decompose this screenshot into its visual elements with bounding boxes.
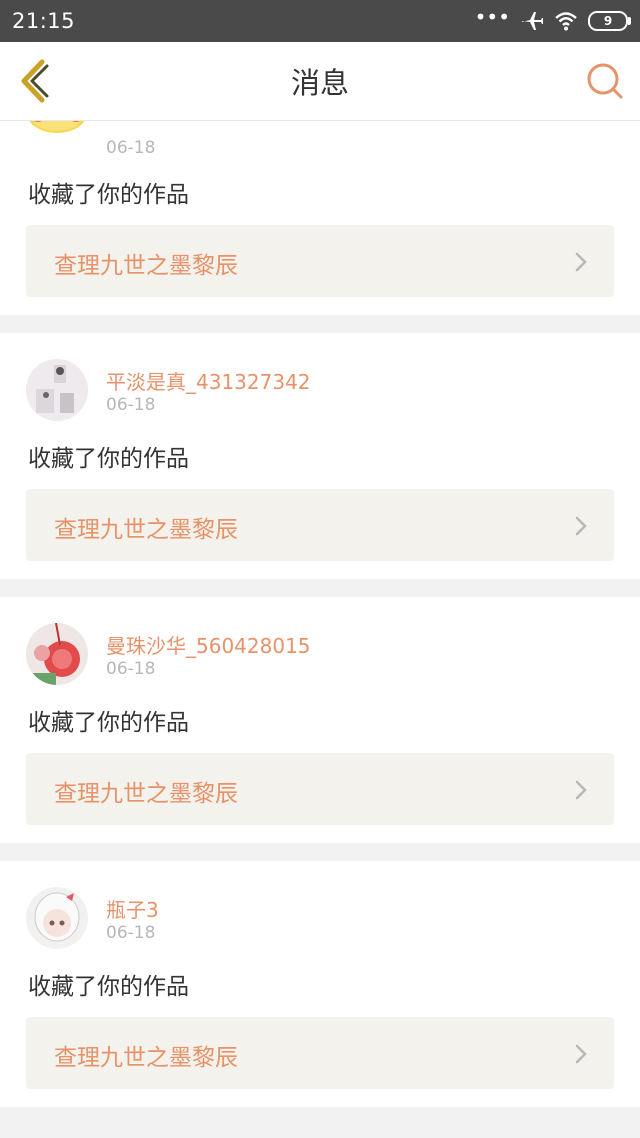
message-date: 06-18 (106, 923, 156, 943)
avatar[interactable] (26, 887, 88, 949)
work-title: 查理九世之墨黎辰 (54, 253, 238, 279)
chevron-right-icon (575, 516, 587, 536)
wifi-icon (555, 12, 577, 31)
more-dots-icon: ••• (474, 5, 510, 29)
status-time: 21:15 (12, 9, 76, 33)
username[interactable]: 瓶子3 (106, 894, 159, 923)
avatar[interactable] (26, 121, 88, 159)
chevron-right-icon (575, 780, 587, 800)
status-bar: 21:15 ••• 9 (0, 0, 640, 42)
work-title: 查理九世之墨黎辰 (54, 781, 238, 807)
username[interactable]: 平淡是真_431327342 (106, 366, 311, 395)
nav-bar: 消息 (0, 42, 640, 121)
message-date: 06-18 (106, 138, 156, 158)
work-title: 查理九世之墨黎辰 (54, 1045, 238, 1071)
message-card: 平淡是真_431327342 06-18 收藏了你的作品 查理九世之墨黎辰 (0, 333, 640, 579)
avatar[interactable] (26, 623, 88, 685)
message-card: 瓶子3 06-18 收藏了你的作品 查理九世之墨黎辰 (0, 861, 640, 1107)
airplane-icon (522, 12, 543, 30)
work-link[interactable]: 查理九世之墨黎辰 (26, 489, 614, 561)
chevron-right-icon (575, 1044, 587, 1064)
message-date: 06-18 (106, 659, 156, 679)
work-link[interactable]: 查理九世之墨黎辰 (26, 753, 614, 825)
message-list: 06-18 收藏了你的作品 查理九世之墨黎辰 平淡是真_431327342 06… (0, 121, 640, 1138)
message-date: 06-18 (106, 395, 156, 415)
message-action: 收藏了你的作品 (28, 446, 189, 472)
battery-level: 9 (603, 14, 613, 28)
message-card: 曼珠沙华_560428015 06-18 收藏了你的作品 查理九世之墨黎辰 (0, 597, 640, 843)
avatar[interactable] (26, 359, 88, 421)
work-link[interactable]: 查理九世之墨黎辰 (26, 225, 614, 297)
message-card: 06-18 收藏了你的作品 查理九世之墨黎辰 (0, 121, 640, 315)
back-button[interactable] (14, 58, 54, 104)
page-title: 消息 (290, 66, 349, 100)
chevron-right-icon (575, 252, 587, 272)
work-title: 查理九世之墨黎辰 (54, 517, 238, 543)
work-link[interactable]: 查理九世之墨黎辰 (26, 1017, 614, 1089)
username[interactable]: 曼珠沙华_560428015 (106, 630, 311, 659)
battery-icon: 9 (588, 11, 631, 31)
search-button[interactable] (586, 62, 624, 100)
message-action: 收藏了你的作品 (28, 974, 189, 1000)
message-action: 收藏了你的作品 (28, 182, 189, 208)
message-action: 收藏了你的作品 (28, 710, 189, 736)
status-icons: ••• 9 (474, 5, 631, 33)
